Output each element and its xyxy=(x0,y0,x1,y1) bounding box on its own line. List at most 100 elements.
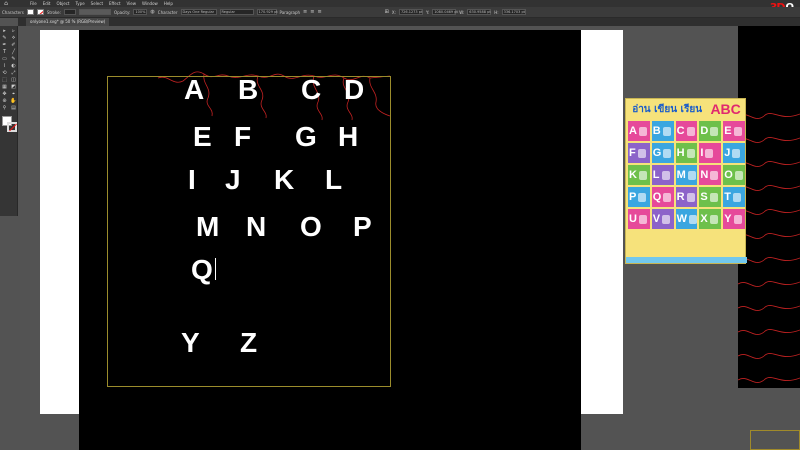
tool-2-icon[interactable]: ✎ xyxy=(0,35,9,41)
tool-16-icon[interactable]: ▦ xyxy=(0,84,9,90)
menu-item-help[interactable]: Help xyxy=(164,0,173,7)
letter-f[interactable]: F xyxy=(234,123,251,151)
document-tab-bar: onlyone1.svg* @ 50 % (RGB/Preview) xyxy=(18,18,800,26)
font-style-field[interactable]: Regular xyxy=(219,9,254,15)
align-right-icon[interactable]: ≡ xyxy=(317,9,321,15)
document-tab[interactable]: onlyone1.svg* @ 50 % (RGB/Preview) xyxy=(26,18,110,26)
opacity-field[interactable]: 100% xyxy=(133,9,148,15)
letter-o[interactable]: O xyxy=(300,213,322,241)
letter-b[interactable]: B xyxy=(238,76,258,104)
poster-cell-p: P xyxy=(628,187,650,207)
letter-i[interactable]: I xyxy=(188,166,196,194)
poster-picture-icon xyxy=(663,192,672,202)
x-field[interactable]: 726.1273 pt xyxy=(398,9,423,15)
font-family-field[interactable]: Days One Regular xyxy=(180,9,217,15)
tool-10-icon[interactable]: ⌇ xyxy=(0,63,9,69)
poster-cell-g: G xyxy=(651,143,674,163)
text-cursor xyxy=(215,258,216,280)
font-size-field[interactable]: 170.929 pt xyxy=(256,9,278,15)
letter-h[interactable]: H xyxy=(338,123,358,151)
tool-19-icon[interactable]: ⌖ xyxy=(9,91,18,97)
menu-item-file[interactable]: File xyxy=(30,0,37,7)
poster-cell-w: W xyxy=(675,209,698,229)
opacity-label: Opacity: xyxy=(113,9,131,15)
align-left-icon[interactable]: ≡ xyxy=(303,9,307,15)
tool-7-icon[interactable]: ╱ xyxy=(9,49,18,55)
tool-8-icon[interactable]: ▭ xyxy=(0,56,9,62)
w-label: W: xyxy=(459,9,465,15)
transform-icon[interactable]: ⊞ xyxy=(385,9,389,15)
poster-picture-icon xyxy=(732,148,741,158)
letter-e[interactable]: E xyxy=(193,123,212,151)
menu-item-edit[interactable]: Edit xyxy=(43,0,51,7)
letter-q[interactable]: Q xyxy=(191,256,213,284)
letter-m[interactable]: M xyxy=(196,213,219,241)
puzzle-right-edge-9 xyxy=(737,329,800,335)
recolor-icon[interactable]: ◍ xyxy=(150,9,154,15)
canvas-workspace[interactable]: ABCDEFGHIJKLMNOPQYZ อ่าน เขียน เรียน ABC… xyxy=(18,26,800,450)
tool-6-icon[interactable]: T xyxy=(0,49,9,55)
letter-j[interactable]: J xyxy=(225,166,241,194)
menu-item-view[interactable]: View xyxy=(127,0,137,7)
menu-item-window[interactable]: Window xyxy=(142,0,158,7)
tool-13-icon[interactable]: ⤢ xyxy=(9,70,18,76)
reference-poster[interactable]: อ่าน เขียน เรียน ABC ABCDEFGHIJKLMNOPQRS… xyxy=(625,98,747,264)
tool-18-icon[interactable]: ✥ xyxy=(0,91,9,97)
poster-picture-icon xyxy=(688,214,697,224)
letter-k[interactable]: K xyxy=(274,166,294,194)
letter-p[interactable]: P xyxy=(353,213,372,241)
tool-5-icon[interactable]: ✐ xyxy=(9,42,18,48)
tool-9-icon[interactable]: ✎ xyxy=(9,56,18,62)
w-field[interactable]: 630.9588 pt xyxy=(467,9,492,15)
tool-3-icon[interactable]: ⟡ xyxy=(9,35,18,41)
poster-cell-e: E xyxy=(723,121,745,141)
y-field[interactable]: 1080.0469 pt xyxy=(432,9,458,15)
h-field[interactable]: 336.1703 pt xyxy=(501,9,526,15)
tool-20-icon[interactable]: ⊕ xyxy=(0,98,9,104)
small-guide-rect xyxy=(750,430,800,450)
letter-d[interactable]: D xyxy=(344,76,364,104)
poster-picture-icon xyxy=(637,148,646,158)
tool-4-icon[interactable]: ✒ xyxy=(0,42,9,48)
tool-11-icon[interactable]: ◐ xyxy=(9,63,18,69)
menu-item-select[interactable]: Select xyxy=(91,0,103,7)
letter-l[interactable]: L xyxy=(325,166,342,194)
menu-item-effect[interactable]: Effect xyxy=(109,0,121,7)
letter-a[interactable]: A xyxy=(184,76,204,104)
align-center-icon[interactable]: ≡ xyxy=(310,9,314,15)
letter-g[interactable]: G xyxy=(295,123,317,151)
tool-21-icon[interactable]: ✋ xyxy=(9,98,18,104)
tool-14-icon[interactable]: ⬚ xyxy=(0,77,9,83)
variable-width-field[interactable] xyxy=(78,9,111,15)
poster-cell-letter: A xyxy=(629,125,637,137)
tool-15-icon[interactable]: ◫ xyxy=(9,77,18,83)
poster-picture-icon xyxy=(661,170,670,180)
poster-cell-letter: P xyxy=(629,191,637,203)
letter-c[interactable]: C xyxy=(301,76,321,104)
home-icon[interactable]: ⌂ xyxy=(0,0,12,7)
poster-cell-letter: V xyxy=(652,213,661,225)
stroke-swatch[interactable] xyxy=(36,9,44,15)
menu-item-object[interactable]: Object xyxy=(56,0,69,7)
tool-1-icon[interactable]: ▹ xyxy=(9,28,18,34)
fill-swatch[interactable] xyxy=(26,9,34,15)
menu-item-type[interactable]: Type xyxy=(75,0,84,7)
poster-cell-letter: C xyxy=(676,125,685,137)
tool-17-icon[interactable]: ◩ xyxy=(9,84,18,90)
tool-12-icon[interactable]: ⟲ xyxy=(0,70,9,76)
stroke-weight-field[interactable] xyxy=(63,9,76,15)
tool-0-icon[interactable]: ▸ xyxy=(0,28,9,34)
tool-22-icon[interactable]: ⚲ xyxy=(0,105,9,111)
letter-y[interactable]: Y xyxy=(181,329,200,357)
poster-picture-icon xyxy=(687,170,696,180)
stroke-color-box[interactable] xyxy=(7,122,17,132)
poster-cell-c: C xyxy=(675,121,698,141)
poster-cell-j: J xyxy=(723,143,745,163)
poster-cell-letter: U xyxy=(629,213,637,225)
tool-23-icon[interactable]: ▤ xyxy=(9,105,18,111)
paragraph-label[interactable]: Paragraph xyxy=(280,10,301,15)
character-label[interactable]: Character xyxy=(158,10,178,15)
puzzle-right-edge-6 xyxy=(737,257,800,263)
letter-n[interactable]: N xyxy=(246,213,266,241)
letter-z[interactable]: Z xyxy=(240,329,257,357)
